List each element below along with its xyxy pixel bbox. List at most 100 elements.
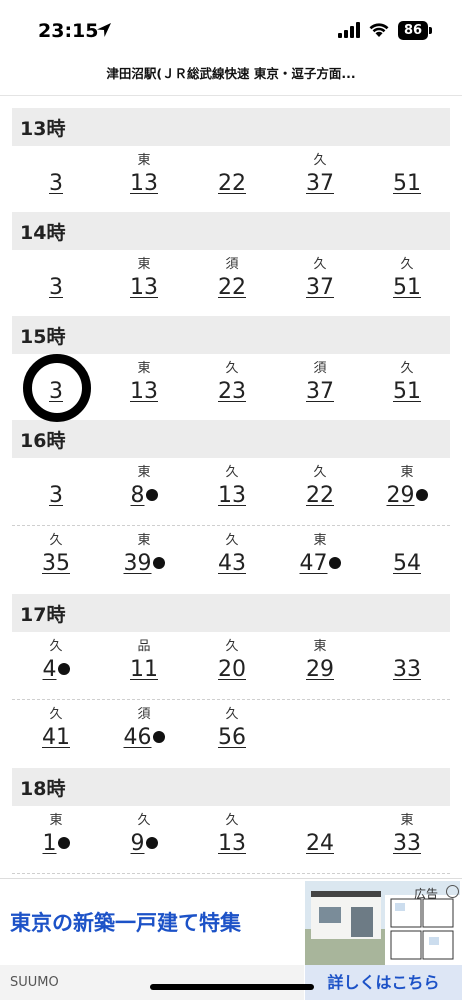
departure-minute-link[interactable]: 23 xyxy=(218,378,246,406)
departure-minute[interactable]: 37 xyxy=(306,379,334,404)
departure-cell[interactable]: 3 xyxy=(16,458,96,510)
departure-minute[interactable]: 9 xyxy=(131,831,145,856)
departure-minute[interactable]: 46 xyxy=(124,725,152,750)
departure-minute[interactable]: 51 xyxy=(393,171,421,196)
departure-minute[interactable]: 3 xyxy=(49,483,63,508)
departure-minute-link[interactable]: 29 xyxy=(387,482,428,510)
departure-minute[interactable]: 22 xyxy=(218,171,246,196)
departure-minute-link[interactable]: 51 xyxy=(393,274,421,302)
departure-minute-link[interactable]: 20 xyxy=(218,656,246,684)
departure-minute-link[interactable]: 56 xyxy=(218,724,246,752)
departure-minute-link[interactable]: 37 xyxy=(306,170,334,198)
departure-minute[interactable]: 11 xyxy=(130,657,158,682)
departure-minute-link[interactable]: 3 xyxy=(49,482,63,510)
departure-minute-link[interactable]: 22 xyxy=(306,482,334,510)
departure-cell[interactable]: 久 43 xyxy=(192,526,272,578)
departure-cell[interactable]: 24 xyxy=(280,806,360,858)
departure-minute-link[interactable]: 41 xyxy=(42,724,70,752)
departure-minute-link[interactable]: 13 xyxy=(218,830,246,858)
departure-minute-link[interactable]: 37 xyxy=(306,378,334,406)
departure-minute-link[interactable]: 22 xyxy=(218,170,246,198)
departure-minute[interactable]: 29 xyxy=(306,657,334,682)
departure-cell[interactable]: 東8 xyxy=(104,458,184,510)
departure-minute-link[interactable]: 24 xyxy=(306,830,334,858)
departure-minute[interactable]: 35 xyxy=(42,551,70,576)
departure-cell[interactable]: 久9 xyxy=(104,806,184,858)
departure-cell[interactable]: 東 29 xyxy=(367,458,447,510)
departure-minute[interactable]: 37 xyxy=(306,171,334,196)
ad-banner[interactable]: 東京の新築一戸建て特集 広告 SUUMO 詳しくはこちら xyxy=(0,878,462,1000)
departure-minute[interactable]: 51 xyxy=(393,275,421,300)
departure-minute[interactable]: 1 xyxy=(43,831,57,856)
ad-info-icon[interactable] xyxy=(446,885,459,898)
departure-minute[interactable]: 56 xyxy=(218,725,246,750)
departure-minute[interactable]: 4 xyxy=(43,657,57,682)
departure-minute[interactable]: 29 xyxy=(387,483,415,508)
departure-minute-link[interactable]: 11 xyxy=(130,656,158,684)
departure-cell[interactable]: 東1 xyxy=(16,806,96,858)
departure-minute[interactable]: 24 xyxy=(306,831,334,856)
departure-minute[interactable]: 33 xyxy=(393,831,421,856)
departure-cell[interactable]: 東 47 xyxy=(280,526,360,578)
departure-minute-link[interactable]: 39 xyxy=(124,550,165,578)
departure-cell[interactable]: 東 13 xyxy=(104,146,184,198)
departure-minute-link[interactable]: 22 xyxy=(218,274,246,302)
departure-minute-link[interactable]: 13 xyxy=(218,482,246,510)
home-indicator[interactable] xyxy=(150,984,314,990)
departure-cell[interactable]: 久 23 xyxy=(192,354,272,406)
departure-cell[interactable]: 33 xyxy=(367,632,447,684)
departure-minute-link[interactable]: 43 xyxy=(218,550,246,578)
departure-minute-link[interactable]: 46 xyxy=(124,724,165,752)
departure-minute[interactable]: 20 xyxy=(218,657,246,682)
departure-minute-link[interactable]: 29 xyxy=(306,656,334,684)
departure-cell[interactable]: 品 11 xyxy=(104,632,184,684)
departure-cell[interactable]: 久 37 xyxy=(280,146,360,198)
departure-minute-link[interactable]: 33 xyxy=(393,830,421,858)
departure-minute[interactable]: 41 xyxy=(42,725,70,750)
departure-minute-link[interactable]: 8 xyxy=(131,482,158,510)
departure-minute[interactable]: 37 xyxy=(306,275,334,300)
departure-cell[interactable]: 東 39 xyxy=(104,526,184,578)
departure-cell[interactable]: 久 51 xyxy=(367,354,447,406)
departure-minute-link[interactable]: 51 xyxy=(393,378,421,406)
departure-minute[interactable]: 8 xyxy=(131,483,145,508)
departure-minute[interactable]: 13 xyxy=(130,275,158,300)
departure-cell[interactable]: 久 37 xyxy=(280,250,360,302)
departure-minute[interactable]: 23 xyxy=(218,379,246,404)
ad-headline[interactable]: 東京の新築一戸建て特集 xyxy=(10,907,241,937)
departure-minute-link[interactable]: 13 xyxy=(130,274,158,302)
departure-minute[interactable]: 3 xyxy=(49,275,63,300)
departure-minute[interactable]: 13 xyxy=(218,831,246,856)
departure-minute[interactable]: 43 xyxy=(218,551,246,576)
departure-minute-link[interactable]: 4 xyxy=(43,656,70,684)
departure-minute-link[interactable]: 51 xyxy=(393,170,421,198)
departure-cell[interactable]: 久 13 xyxy=(192,806,272,858)
departure-minute[interactable]: 13 xyxy=(130,379,158,404)
departure-minute-link[interactable]: 3 xyxy=(49,274,63,302)
departure-minute[interactable]: 13 xyxy=(130,171,158,196)
ad-cta-button[interactable]: 詳しくはこちら xyxy=(305,965,462,1000)
departure-cell[interactable]: 須 37 xyxy=(280,354,360,406)
departure-cell[interactable]: 東 13 xyxy=(104,354,184,406)
departure-cell[interactable]: 54 xyxy=(367,526,447,578)
departure-minute-link[interactable]: 37 xyxy=(306,274,334,302)
departure-minute-link[interactable]: 35 xyxy=(42,550,70,578)
departure-minute[interactable]: 39 xyxy=(124,551,152,576)
departure-minute[interactable]: 54 xyxy=(393,551,421,576)
departure-cell[interactable]: 東 33 xyxy=(367,806,447,858)
departure-cell[interactable]: 51 xyxy=(367,146,447,198)
departure-cell[interactable]: 3 xyxy=(16,250,96,302)
departure-minute-link[interactable]: 54 xyxy=(393,550,421,578)
departure-cell[interactable]: 久4 xyxy=(16,632,96,684)
departure-minute[interactable]: 33 xyxy=(393,657,421,682)
departure-minute-link[interactable]: 3 xyxy=(49,170,63,198)
departure-minute-link[interactable]: 9 xyxy=(131,830,158,858)
departure-minute[interactable]: 13 xyxy=(218,483,246,508)
ad-sponsor-bar[interactable]: SUUMO xyxy=(0,965,304,1000)
departure-minute[interactable]: 3 xyxy=(49,171,63,196)
departure-cell[interactable]: 久 41 xyxy=(16,700,96,752)
departure-cell[interactable]: 東 29 xyxy=(280,632,360,684)
departure-cell[interactable]: 久 56 xyxy=(192,700,272,752)
departure-cell[interactable]: 久 51 xyxy=(367,250,447,302)
departure-minute-link[interactable]: 33 xyxy=(393,656,421,684)
